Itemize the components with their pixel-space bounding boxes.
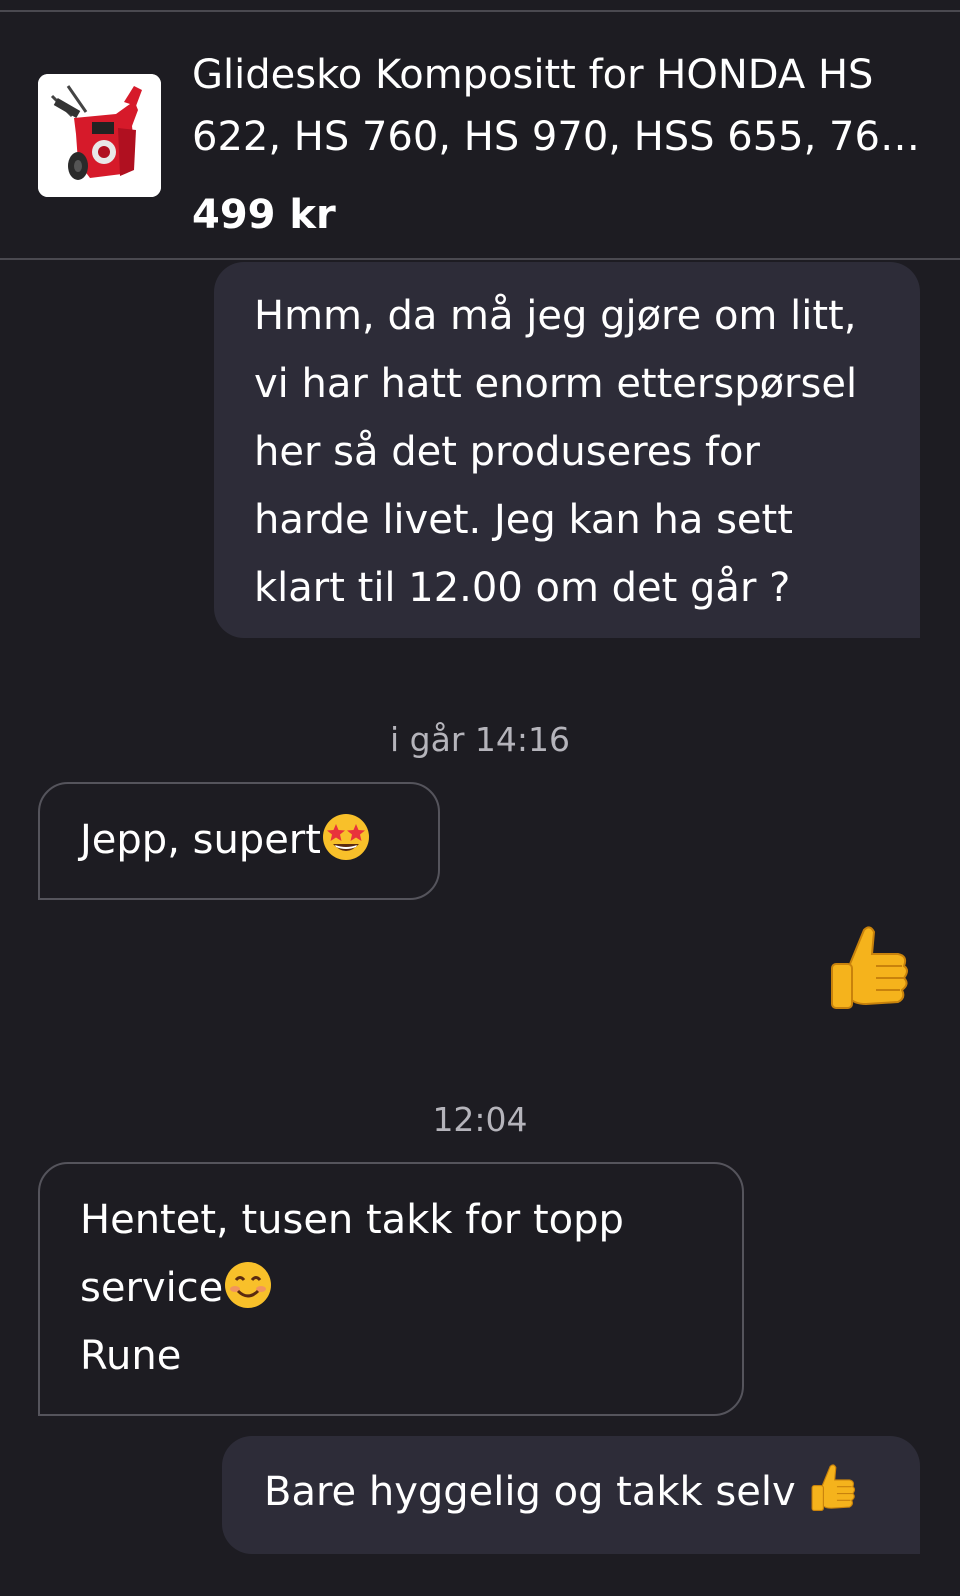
product-thumbnail[interactable] <box>38 74 161 197</box>
product-header[interactable]: Glidesko Kompositt for HONDA HS 622, HS … <box>0 12 960 260</box>
product-title[interactable]: Glidesko Kompositt for HONDA HS 622, HS … <box>192 44 942 168</box>
message-line: Jepp, supert <box>80 806 438 874</box>
thumbs-up-emoji-icon <box>811 1464 856 1512</box>
message-text: Jepp, supert <box>80 817 321 863</box>
message-bubble-incoming[interactable]: Hentet, tusen takk for topp service Rune <box>38 1162 744 1416</box>
chat-screen: Glidesko Kompositt for HONDA HS 622, HS … <box>0 0 960 1596</box>
message-bubble-outgoing[interactable]: Hmm, da må jeg gjøre om litt, vi har hat… <box>214 262 920 638</box>
message-bubble-incoming[interactable]: Jepp, supert <box>38 782 440 900</box>
message-line: Hmm, da må jeg gjøre om litt, <box>254 293 857 339</box>
header-divider <box>0 258 960 260</box>
message-line: Bare hyggelig og takk selv <box>264 1458 920 1526</box>
star-struck-emoji-icon <box>322 814 369 860</box>
smiling-face-emoji-icon <box>225 1262 272 1308</box>
product-price: 499 kr <box>192 192 336 238</box>
timestamp: i går 14:16 <box>390 720 570 759</box>
message-line: harde livet. Jeg kan ha sett <box>254 497 793 543</box>
timestamp: 12:04 <box>432 1100 528 1139</box>
message-line: service <box>80 1254 742 1322</box>
read-status-indicator <box>810 1583 920 1593</box>
message-line: vi har hatt enorm etterspørsel <box>254 361 858 407</box>
message-bubble-outgoing[interactable]: Bare hyggelig og takk selv <box>222 1436 920 1554</box>
message-line: Rune <box>80 1333 182 1379</box>
message-line: Hentet, tusen takk for topp <box>80 1197 624 1243</box>
message-text: service <box>80 1265 224 1311</box>
message-line: her så det produseres for <box>254 429 760 475</box>
snowblower-thumbnail-icon <box>38 74 161 197</box>
thumbs-up-emoji-icon[interactable] <box>826 924 912 1016</box>
message-text: Bare hyggelig og takk selv <box>264 1469 796 1515</box>
message-line: klart til 12.00 om det går ? <box>254 565 791 611</box>
